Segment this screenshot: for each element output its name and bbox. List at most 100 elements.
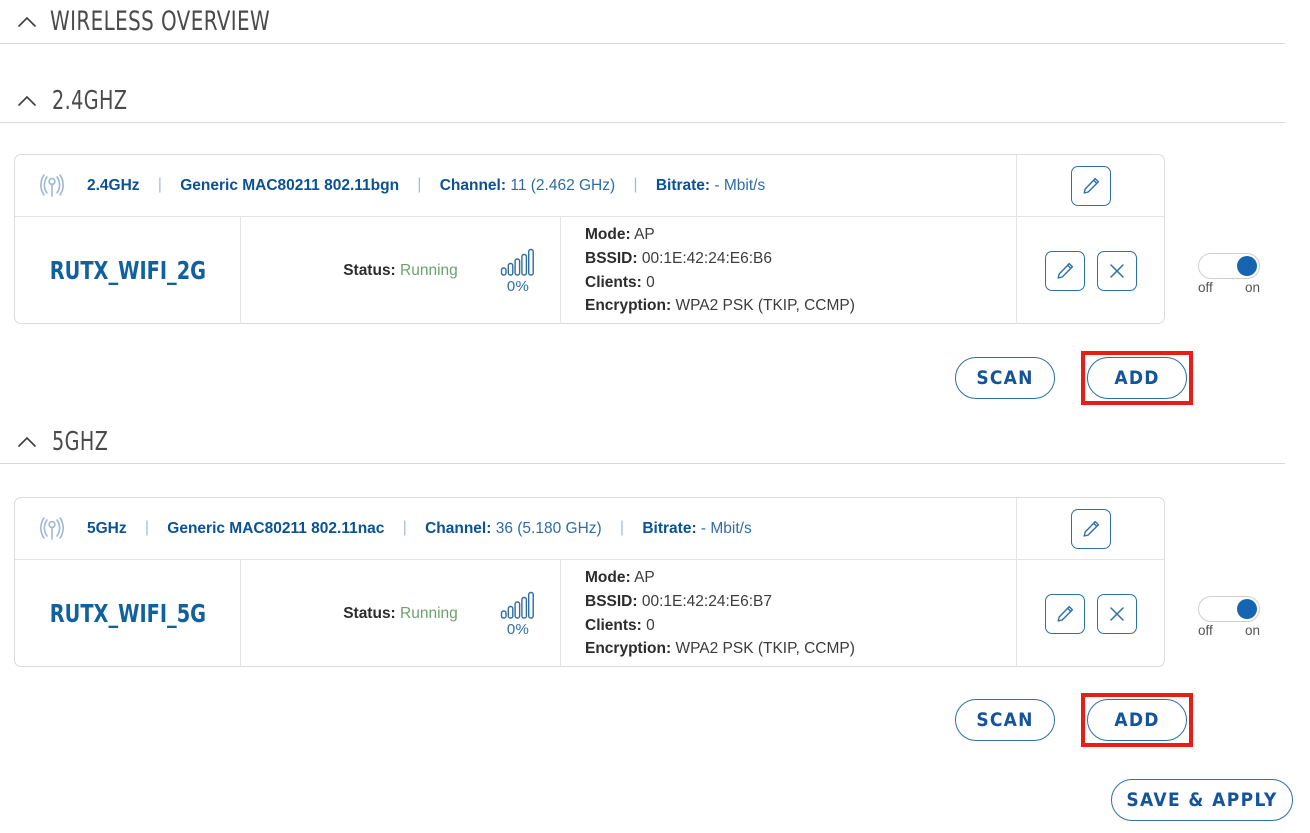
clients-label: Clients: (585, 273, 642, 291)
radio-summary-row: 2.4GHz | Generic MAC80211 802.11bgn | Ch… (15, 155, 1164, 217)
status-label: Status: (343, 261, 396, 279)
chevron-up-icon[interactable] (14, 9, 40, 35)
radio-card-5ghz: 5GHz | Generic MAC80211 802.11nac | Chan… (14, 497, 1165, 667)
edit-interface-button[interactable] (1044, 250, 1085, 291)
radio-meta-text: 5GHz | Generic MAC80211 802.11nac | Chan… (87, 518, 752, 538)
section-header-24ghz[interactable]: 2.4GHZ (0, 79, 1285, 123)
signal-percent: 0% (506, 277, 530, 295)
add-button[interactable]: ADD (1087, 357, 1187, 399)
add-button[interactable]: ADD (1087, 699, 1187, 741)
encryption-label: Encryption: (585, 297, 672, 315)
encryption-value: WPA2 PSK (TKIP, CCMP) (675, 640, 855, 658)
button-row-5ghz: SCAN ADD (955, 693, 1193, 747)
radio-channel-label: Channel: (439, 176, 507, 194)
detail-clients: Clients: 0 (585, 271, 1016, 295)
bssid-value: 00:1E:42:24:E6:B7 (641, 592, 772, 610)
interface-enable-toggle-24ghz[interactable]: off on (1192, 253, 1266, 295)
interface-details-cell: Mode: AP BSSID: 00:1E:42:24:E6:B7 Client… (560, 560, 1016, 667)
interface-ssid[interactable]: RUTX_WIFI_2G (49, 256, 205, 285)
meta-divider: | (402, 518, 407, 536)
toggle-knob (1237, 599, 1257, 619)
radio-driver-label: Generic MAC80211 802.11nac (167, 519, 385, 537)
chevron-up-icon[interactable] (14, 429, 40, 455)
status-label: Status: (343, 604, 396, 622)
toggle-labels: off on (1198, 623, 1260, 638)
wireless-antenna-icon (37, 171, 67, 201)
mode-value: AP (634, 568, 655, 586)
interface-ssid-cell: RUTX_WIFI_2G (15, 217, 240, 324)
wireless-overview-header[interactable]: WIRELESS OVERVIEW (0, 0, 1285, 44)
radio-channel-label: Channel: (425, 519, 492, 537)
interface-status: Status: Running (343, 262, 458, 280)
wireless-antenna-icon (37, 514, 67, 544)
interface-status: Status: Running (343, 605, 458, 623)
mode-label: Mode: (585, 568, 631, 586)
meta-divider: | (157, 175, 162, 193)
mode-value: AP (634, 225, 655, 243)
signal-bars-icon: 0% (500, 247, 536, 295)
radio-bitrate-label: Bitrate: (655, 176, 711, 194)
bssid-value: 00:1E:42:24:E6:B6 (641, 249, 772, 267)
meta-divider: | (417, 175, 422, 193)
detail-bssid: BSSID: 00:1E:42:24:E6:B7 (585, 590, 1016, 614)
detail-bssid: BSSID: 00:1E:42:24:E6:B6 (585, 247, 1016, 271)
detail-clients: Clients: 0 (585, 614, 1016, 638)
interface-row-5ghz: RUTX_WIFI_5G Status: Running 0% Mode: AP… (15, 560, 1164, 667)
meta-divider: | (620, 518, 625, 536)
meta-divider: | (633, 175, 638, 193)
page-title: WIRELESS OVERVIEW (50, 6, 271, 37)
radio-card-24ghz: 2.4GHz | Generic MAC80211 802.11bgn | Ch… (14, 154, 1165, 324)
radio-summary-row: 5GHz | Generic MAC80211 802.11nac | Chan… (15, 498, 1164, 560)
interface-status-cell: Status: Running 0% (240, 560, 560, 667)
edit-radio-button[interactable] (1070, 508, 1111, 549)
wireless-overview-page: WIRELESS OVERVIEW 2.4GHZ 2.4GHz | Generi… (0, 0, 1310, 833)
interface-ssid[interactable]: RUTX_WIFI_5G (49, 599, 205, 628)
remove-interface-button[interactable] (1096, 593, 1137, 634)
encryption-label: Encryption: (585, 640, 672, 658)
clients-value: 0 (646, 616, 655, 634)
chevron-up-icon[interactable] (14, 88, 40, 114)
toggle-labels: off on (1198, 280, 1260, 295)
toggle-on-label: on (1244, 623, 1260, 638)
section-title-24ghz: 2.4GHZ (52, 85, 128, 116)
interface-status-cell: Status: Running 0% (240, 217, 560, 324)
edit-radio-button[interactable] (1070, 165, 1111, 206)
detail-encryption: Encryption: WPA2 PSK (TKIP, CCMP) (585, 637, 1016, 661)
detail-mode: Mode: AP (585, 566, 1016, 590)
meta-divider: | (144, 518, 149, 536)
interface-row-24ghz: RUTX_WIFI_2G Status: Running 0% Mode: AP… (15, 217, 1164, 324)
mode-label: Mode: (585, 225, 631, 243)
toggle-knob (1237, 256, 1257, 276)
interface-ssid-cell: RUTX_WIFI_5G (15, 560, 240, 667)
save-and-apply-button[interactable]: SAVE & APPLY (1111, 779, 1293, 821)
edit-interface-button[interactable] (1044, 593, 1085, 634)
radio-bitrate-value: - Mbit/s (714, 176, 766, 194)
scan-button[interactable]: SCAN (955, 699, 1055, 741)
encryption-value: WPA2 PSK (TKIP, CCMP) (675, 297, 855, 315)
bssid-label: BSSID: (585, 592, 638, 610)
remove-interface-button[interactable] (1096, 250, 1137, 291)
clients-value: 0 (646, 273, 655, 291)
toggle-switch[interactable] (1198, 596, 1260, 622)
interface-actions-cell (1016, 217, 1164, 324)
toggle-on-label: on (1244, 280, 1260, 295)
scan-button[interactable]: SCAN (955, 357, 1055, 399)
radio-actions-cell (1016, 498, 1164, 559)
radio-band-label: 2.4GHz (87, 176, 140, 194)
radio-meta-text: 2.4GHz | Generic MAC80211 802.11bgn | Ch… (87, 175, 766, 195)
toggle-switch[interactable] (1198, 253, 1260, 279)
detail-encryption: Encryption: WPA2 PSK (TKIP, CCMP) (585, 294, 1016, 318)
button-row-24ghz: SCAN ADD (955, 351, 1193, 405)
interface-details-cell: Mode: AP BSSID: 00:1E:42:24:E6:B6 Client… (560, 217, 1016, 324)
status-value: Running (400, 261, 458, 279)
signal-percent: 0% (506, 620, 530, 638)
radio-bitrate-value: - Mbit/s (700, 519, 752, 537)
clients-label: Clients: (585, 616, 642, 634)
section-title-5ghz: 5GHZ (52, 426, 109, 457)
radio-channel-value: 36 (5.180 GHz) (495, 519, 602, 537)
status-value: Running (400, 604, 458, 622)
toggle-off-label: off (1198, 280, 1213, 295)
interface-enable-toggle-5ghz[interactable]: off on (1192, 596, 1266, 638)
toggle-off-label: off (1198, 623, 1213, 638)
section-header-5ghz[interactable]: 5GHZ (0, 420, 1285, 464)
